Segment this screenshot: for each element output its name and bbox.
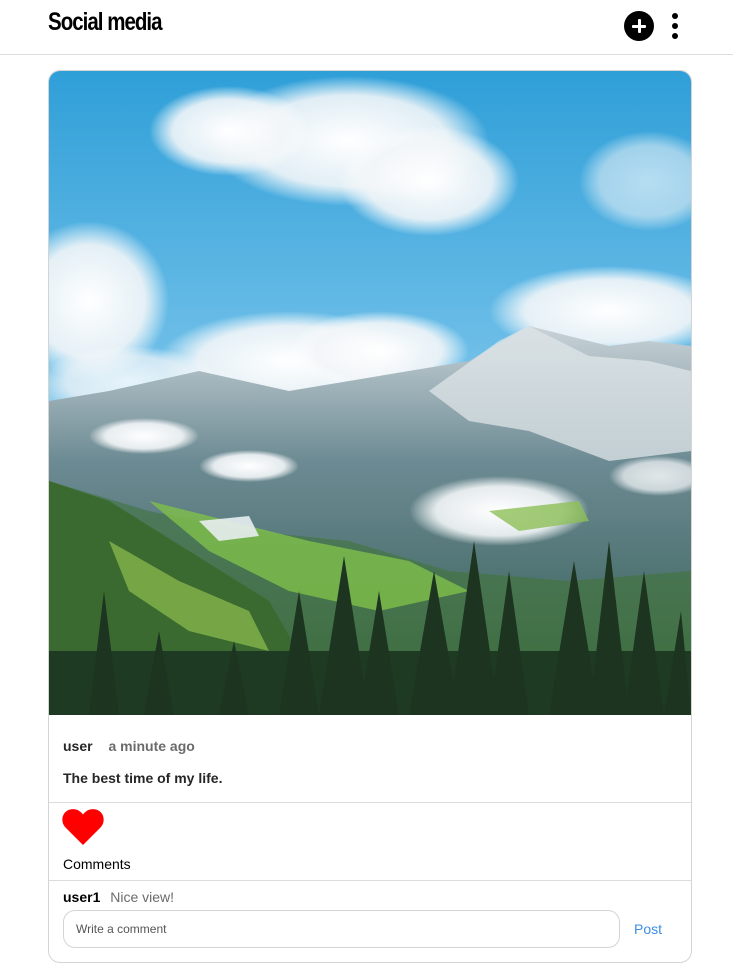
- post-card: user a minute ago The best time of my li…: [48, 70, 692, 963]
- post-timestamp: a minute ago: [108, 738, 195, 754]
- comment-item: user1 Nice view!: [63, 889, 174, 905]
- menu-dot: [672, 23, 678, 29]
- plus-circle-icon[interactable]: [624, 11, 654, 41]
- divider: [49, 880, 691, 881]
- post-image: [49, 71, 691, 715]
- comment-text: Nice view!: [110, 889, 175, 905]
- post-comment-button[interactable]: Post: [634, 921, 662, 937]
- comment-username[interactable]: user1: [63, 889, 100, 905]
- more-vertical-icon[interactable]: [667, 12, 683, 40]
- post-caption: The best time of my life.: [63, 770, 223, 786]
- comments-heading: Comments: [63, 856, 131, 872]
- post-username[interactable]: user: [63, 738, 93, 754]
- app-title: Social media: [48, 8, 163, 36]
- menu-dot: [672, 13, 678, 19]
- post-meta: user a minute ago: [63, 738, 195, 754]
- menu-dot: [672, 33, 678, 39]
- heart-icon[interactable]: [62, 808, 104, 846]
- divider: [49, 802, 691, 803]
- comment-input[interactable]: [63, 910, 620, 948]
- top-bar: Social media: [0, 0, 733, 55]
